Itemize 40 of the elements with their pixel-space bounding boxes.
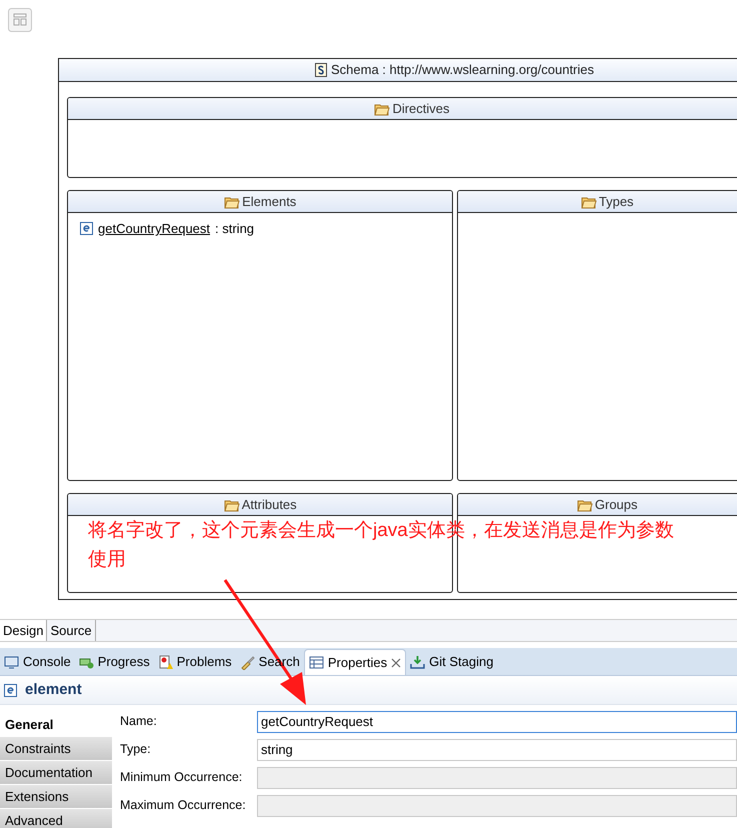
properties-title: element: [25, 680, 82, 700]
view-tab[interactable]: Console: [0, 649, 75, 675]
problems-icon: [158, 654, 173, 670]
section-title: Attributes: [242, 496, 297, 514]
section-title: Groups: [594, 496, 638, 514]
category-tab[interactable]: Constraints: [0, 737, 112, 761]
attribute-folder-icon: [224, 498, 240, 512]
schema-title: Schema : http://www.wslearning.org/countries: [331, 61, 594, 80]
schema-icon: [315, 63, 327, 77]
field-label: Maximum Occurrence:: [120, 797, 247, 814]
flashlight-icon: [240, 654, 255, 670]
field-label: Type:: [120, 741, 152, 758]
section-title: Elements: [242, 192, 296, 211]
table-icon: [308, 655, 324, 670]
category-tab[interactable]: Extensions: [0, 785, 112, 809]
close-icon[interactable]: [391, 658, 402, 668]
types-folder-icon: [580, 194, 597, 208]
view-tab[interactable]: Progress: [74, 649, 154, 675]
section-title: Directives: [392, 100, 450, 118]
folder-icon: [576, 498, 593, 512]
field-label: Minimum Occurrence:: [120, 769, 244, 786]
element-type: : string: [215, 220, 254, 238]
element-icon: [80, 222, 93, 236]
monitor-icon: [4, 654, 19, 670]
download-tray-icon: [410, 654, 426, 670]
element-folder-icon: [224, 194, 240, 208]
editor-tab[interactable]: Design: [0, 620, 48, 641]
category-tab[interactable]: Documentation: [0, 761, 112, 785]
element-icon: [4, 684, 17, 696]
view-tab[interactable]: Properties: [304, 649, 406, 675]
layout-toggle-icon[interactable]: [8, 8, 32, 32]
section-title: Types: [598, 192, 634, 211]
element-name-link[interactable]: getCountryRequest: [98, 219, 210, 238]
view-tab[interactable]: Problems: [154, 649, 236, 675]
view-tab[interactable]: Git Staging: [406, 649, 498, 675]
text-field[interactable]: getCountryRequest: [257, 710, 737, 732]
text-field[interactable]: string: [257, 738, 737, 760]
field-label: Name:: [120, 713, 158, 730]
folder-icon: [374, 102, 390, 116]
category-tab[interactable]: Advanced: [0, 809, 112, 828]
